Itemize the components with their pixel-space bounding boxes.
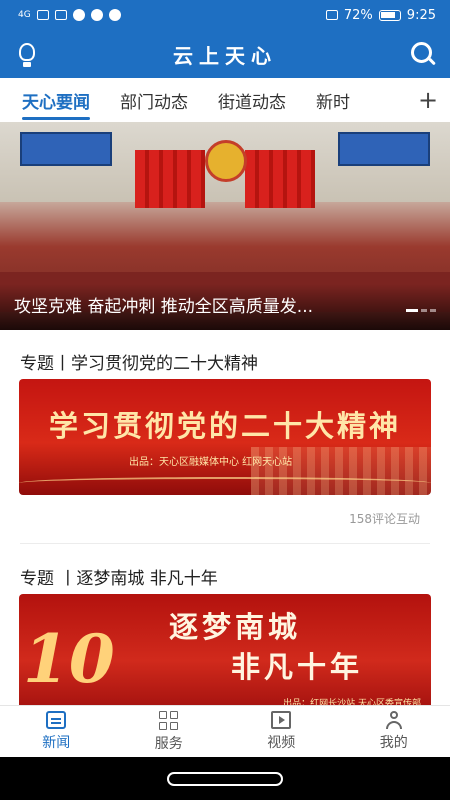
nav-news-label: 新闻 [42,735,71,751]
nav-mine-label: 我的 [379,735,408,751]
tab-department-news[interactable]: 部门动态 [120,78,188,122]
bottom-nav: 新闻 服务 视频 我的 [0,705,450,757]
video-icon [271,711,292,729]
vibrate-icon [325,10,338,20]
system-nav-bar [0,757,450,800]
wifi-icon [54,10,67,20]
carousel-dot [406,309,418,312]
lightbulb-icon[interactable] [12,39,42,69]
tab-street-news[interactable]: 街道动态 [218,78,286,122]
signal-icon [36,10,49,20]
status-bar: 4G 72% 9:25 [0,0,450,30]
hero-caption[interactable]: 攻坚克难 奋起冲刺 推动全区高质量发... [0,284,450,330]
network-type: 4G [18,10,31,20]
app-title: 云上天心 [173,43,277,68]
banner-line-1: 逐梦南城 [169,610,302,644]
hero-emblem [205,140,247,182]
banner-producer: 出品：红网长沙站 天心区委宣传部 [283,699,421,705]
banner-wave [19,477,431,489]
party-congress-banner[interactable]: 学习贯彻党的二十大精神 出品：天心区融媒体中心 红网天心站 [19,379,431,495]
nav-news[interactable]: 新闻 [0,706,113,757]
add-tab-button[interactable]: + [406,78,450,122]
message-icon [72,9,85,21]
battery-percent: 72% [343,7,373,23]
hero-screen-left [20,132,112,166]
tab-tianxin-news[interactable]: 天心要闻 [22,78,90,122]
battery-icon [378,9,401,21]
user-icon [384,711,404,729]
category-tabs: 天心要闻 部门动态 街道动态 新时 + [0,78,450,122]
nav-services-label: 服务 [154,735,183,752]
app-bar: 云上天心 [0,30,450,78]
carousel-dot [421,309,427,312]
shield-icon [108,9,121,21]
tab-new-era[interactable]: 新时 [316,78,350,122]
home-gesture-bar[interactable] [167,771,283,786]
nav-mine[interactable]: 我的 [338,706,450,757]
comment-count[interactable]: 158评论互动 [349,510,420,527]
search-icon[interactable] [408,39,438,69]
banner-number: 10 [23,620,115,698]
banner-line-2: 非凡十年 [231,650,364,684]
chat-icon [90,9,103,21]
banner-title: 学习贯彻党的二十大精神 [48,409,401,443]
nav-video[interactable]: 视频 [225,706,338,757]
section-title-decade[interactable]: 专题 丨逐梦南城 非凡十年 [20,564,218,589]
section-title-party-congress[interactable]: 专题丨学习贯彻党的二十大精神 [20,349,258,374]
headline-carousel[interactable]: 攻坚克难 奋起冲刺 推动全区高质量发... [0,122,450,330]
hero-screen-right [338,132,430,166]
grid-icon [159,710,179,730]
banner-producer: 出品：天心区融媒体中心 红网天心站 [129,457,293,468]
carousel-indicator [406,309,436,312]
nav-video-label: 视频 [267,735,296,751]
hero-flags-right [245,150,315,208]
news-icon [46,711,67,729]
decade-banner[interactable]: 10 逐梦南城 非凡十年 出品：红网长沙站 天心区委宣传部 [19,594,431,705]
clock: 9:25 [406,7,436,23]
carousel-dot [430,309,436,312]
nav-services[interactable]: 服务 [113,706,226,757]
divider [20,543,430,544]
hero-flags-left [135,150,205,208]
